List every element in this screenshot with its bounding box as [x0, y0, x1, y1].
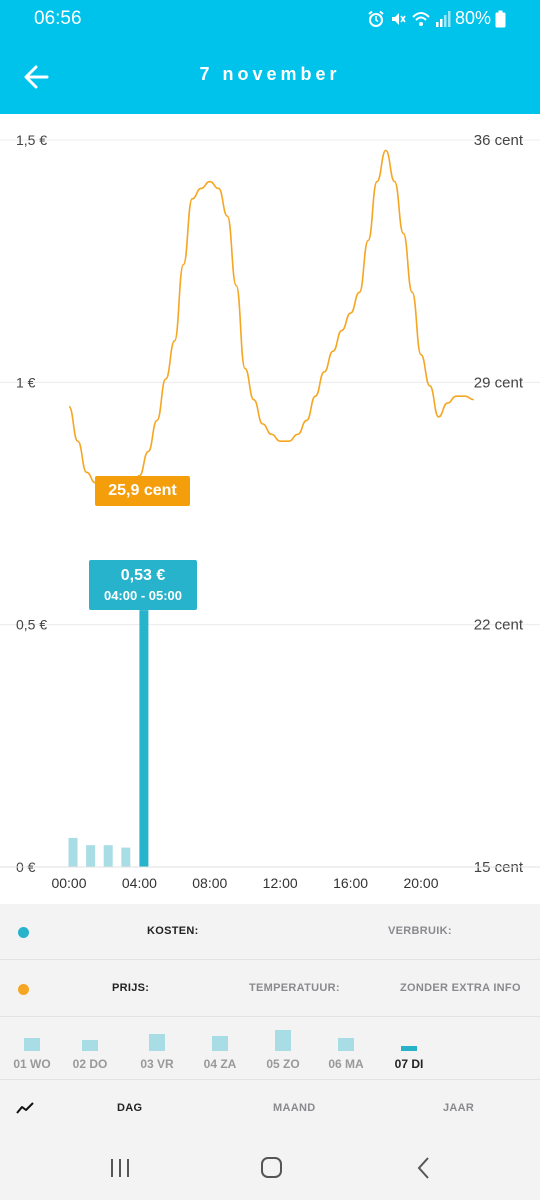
day-bar	[338, 1038, 354, 1051]
chart-canvas: 1,5 €1 €0,5 €0 € 36 cent29 cent22 cent15…	[0, 132, 540, 891]
cost-bar	[121, 847, 131, 867]
right-axis-tick: 36 cent	[474, 132, 524, 149]
period-tabs: DAG MAAND JAAR	[0, 1080, 540, 1136]
recent-apps-icon	[111, 1159, 129, 1177]
price-line-layer	[68, 149, 474, 494]
left-axis: 1,5 €1 €0,5 €0 €	[16, 132, 47, 875]
day-bar	[82, 1040, 98, 1051]
day-label: 01 WO	[13, 1057, 51, 1071]
battery-percentage: 80%	[454, 8, 491, 28]
battery-icon	[495, 10, 506, 27]
prijs-option[interactable]: PRIJS:	[112, 982, 149, 994]
day-label: 05 ZO	[266, 1057, 300, 1071]
day-label: 04 ZA	[203, 1057, 237, 1071]
home-icon	[261, 1157, 282, 1178]
cost-bar	[86, 845, 96, 867]
zonder-extra-info-option[interactable]: ZONDER EXTRA INFO	[400, 982, 521, 994]
x-axis-tick: 16:00	[333, 875, 368, 891]
x-axis-tick: 04:00	[122, 875, 157, 891]
day-label: 06 MA	[328, 1057, 364, 1071]
status-icons: 80%	[367, 8, 506, 29]
price-cost-chart[interactable]: 1,5 €1 €0,5 €0 € 36 cent 29 cent 22 cent 15…	[0, 114, 540, 904]
home-button[interactable]	[251, 1156, 291, 1180]
grid-lines	[0, 139, 540, 868]
price-dot-icon	[18, 984, 29, 995]
left-axis-tick: 1,5 €	[16, 132, 47, 148]
left-axis-tick: 1 €	[16, 374, 36, 390]
day-selector: 01 WO 02 DO 03 VR 04 ZA 05 ZO 06 MA 07 DI	[0, 1018, 540, 1080]
cost-bar	[139, 610, 149, 867]
right-axis: 36 cent29 cent22 cent15 cent	[474, 132, 524, 876]
signal-icon	[435, 10, 451, 27]
price-tooltip: 25,9 cent	[95, 476, 190, 506]
wifi-icon	[412, 11, 430, 26]
day-label: 07 DI	[394, 1057, 424, 1071]
price-line	[68, 149, 474, 491]
chart-controls: KOSTEN: VERBRUIK: PRIJS: TEMPERATUUR: ZO…	[0, 904, 540, 1136]
app-header: 06:56 80% 7 november	[0, 0, 540, 114]
x-axis-tick: 08:00	[192, 875, 227, 891]
x-axis-tick: 12:00	[263, 875, 298, 891]
back-nav-button[interactable]	[404, 1156, 444, 1180]
x-axis: 00:00 04:00 08:00 12:00 16:00 20:00	[0, 866, 540, 891]
cost-bar	[68, 837, 78, 867]
line-chart-icon[interactable]	[16, 1101, 34, 1115]
cost-bar	[103, 845, 113, 867]
series-row-price: PRIJS: TEMPERATUUR: ZONDER EXTRA INFO	[0, 961, 540, 1017]
recent-apps-button[interactable]	[100, 1156, 140, 1180]
temperatuur-option[interactable]: TEMPERATUUR:	[249, 982, 340, 994]
system-nav-bar	[0, 1136, 540, 1200]
kosten-option[interactable]: KOSTEN:	[147, 925, 199, 937]
cost-bars	[68, 610, 149, 867]
cost-tooltip: 0,53 € 04:00 - 05:00	[89, 560, 197, 610]
right-axis-tick: 29 cent	[474, 374, 524, 391]
mute-icon	[391, 12, 406, 25]
day-bar	[24, 1038, 40, 1051]
day-label: 03 VR	[140, 1057, 174, 1071]
day-bar	[401, 1046, 417, 1051]
day-bar	[212, 1036, 228, 1051]
x-axis-tick: 20:00	[403, 875, 438, 891]
tab-jaar[interactable]: JAAR	[443, 1102, 474, 1114]
x-axis-tick: 00:00	[51, 875, 86, 891]
cost-dot-icon	[18, 927, 29, 938]
right-axis-tick: 22 cent	[474, 617, 524, 634]
left-axis-tick: 0,5 €	[16, 617, 47, 633]
price-tooltip-value: 25,9 cent	[108, 482, 177, 499]
status-bar: 06:56 80%	[0, 0, 540, 40]
series-row-cost: KOSTEN: VERBRUIK:	[0, 904, 540, 960]
day-bar	[275, 1030, 291, 1051]
cost-tooltip-value: 0,53 €	[120, 567, 166, 584]
page-title: 7 november	[199, 64, 341, 84]
alarm-icon	[368, 10, 384, 27]
day-label: 02 DO	[72, 1057, 108, 1071]
cost-tooltip-range: 04:00 - 05:00	[103, 588, 183, 603]
status-time: 06:56	[34, 8, 82, 29]
tab-maand[interactable]: MAAND	[273, 1102, 315, 1114]
tab-dag[interactable]: DAG	[117, 1102, 142, 1114]
back-nav-icon	[417, 1157, 429, 1179]
verbruik-option[interactable]: VERBRUIK:	[388, 925, 452, 937]
day-bar	[149, 1034, 165, 1051]
